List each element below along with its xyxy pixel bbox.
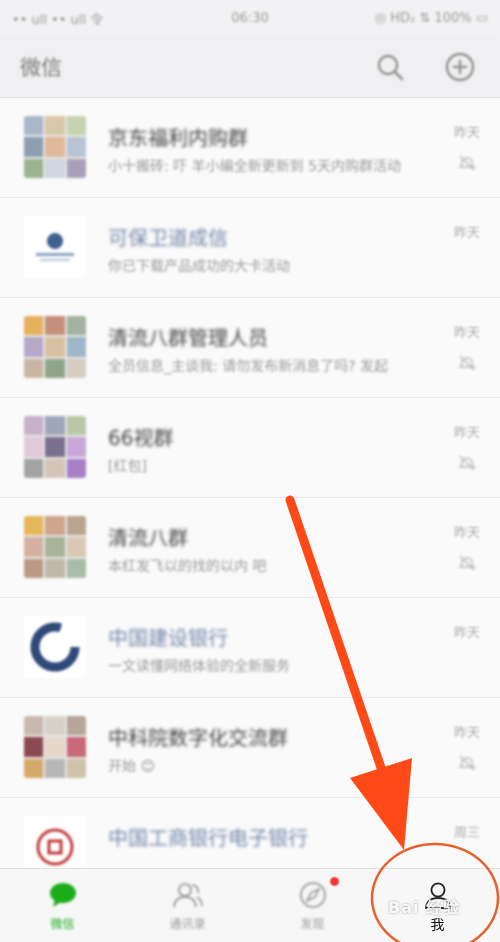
nav-bar: 微信 (0, 36, 500, 98)
chat-bubble-icon (46, 879, 80, 911)
tab-contacts[interactable]: 通讯录 (125, 869, 250, 942)
chat-row[interactable]: 中国建设银行 一文读懂网络体验的全新服务 昨天 (0, 598, 500, 698)
contacts-icon (171, 879, 205, 911)
search-button[interactable] (370, 47, 410, 87)
chat-row[interactable]: 清流八群管理人员 全员信息_主谈我: 请勿发布新消息了吗? 发起 昨天 (0, 298, 500, 398)
group-avatar (24, 316, 86, 378)
mute-icon (458, 354, 476, 376)
service-avatar (24, 216, 86, 278)
mute-icon (458, 154, 476, 176)
chat-row[interactable]: 中国工商银行电子银行 周三 (0, 798, 500, 868)
status-bar: •• ull •• ull 令 06:30 ◎ HD₂ ⇅ 100% ▭ (0, 0, 500, 36)
chat-preview: 一文读懂网络体验的全新服务 (108, 659, 290, 675)
search-icon (377, 54, 404, 80)
chat-row[interactable]: 66视群 [红包] 昨天 (0, 398, 500, 498)
tab-bar: 微信 通讯录 发现 我 (0, 868, 500, 942)
group-avatar (24, 416, 86, 478)
chat-time: 周三 (453, 826, 480, 841)
group-avatar (24, 716, 86, 778)
chat-list[interactable]: 京东福利内购群 小十搬砖: 吓 羊小编全新更新到 5天内购群活动 昨天 可保卫道… (0, 98, 500, 868)
chat-title: 清流八群 (108, 526, 188, 550)
tab-chats[interactable]: 微信 (0, 869, 125, 942)
tab-me[interactable]: 我 (375, 869, 500, 942)
chat-preview: 你已下载产品成功的大卡活动 (108, 259, 290, 275)
mute-icon (458, 554, 476, 576)
chat-time: 昨天 (453, 726, 480, 741)
chat-title: 中国工商银行电子银行 (108, 826, 308, 850)
tab-discover[interactable]: 发现 (250, 869, 375, 942)
chat-title: 清流八群管理人员 (108, 326, 268, 350)
chat-row[interactable]: 中科院数字化交流群 开始 😊 昨天 (0, 698, 500, 798)
chat-preview: 全员信息_主谈我: 请勿发布新消息了吗? 发起 (108, 359, 389, 375)
chat-title: 中国建设银行 (108, 626, 228, 650)
chat-preview: 小十搬砖: 吓 羊小编全新更新到 5天内购群活动 (108, 159, 401, 175)
group-avatar (24, 116, 86, 178)
chat-title: 京东福利内购群 (108, 126, 248, 150)
chat-row[interactable]: 京东福利内购群 小十搬砖: 吓 羊小编全新更新到 5天内购群活动 昨天 (0, 98, 500, 198)
chat-time: 昨天 (453, 626, 480, 641)
chat-row[interactable]: 可保卫道成信 你已下载产品成功的大卡活动 昨天 (0, 198, 500, 298)
tab-label: 发现 (300, 917, 325, 931)
unread-dot (330, 877, 339, 886)
chat-time: 昨天 (453, 526, 480, 541)
signal-indicator: •• ull •• ull 令 (12, 12, 104, 28)
chat-row[interactable]: 清流八群 本红发飞以的找的以内 吧 昨天 (0, 498, 500, 598)
chat-preview: 开始 😊 (108, 759, 156, 775)
chat-preview: [红包] (108, 459, 147, 475)
chat-title: 中科院数字化交流群 (108, 726, 288, 750)
chat-preview: 本红发飞以的找的以内 吧 (108, 559, 267, 575)
bank-avatar (24, 816, 86, 868)
compass-icon (296, 879, 330, 911)
mute-icon (458, 754, 476, 776)
chat-time: 昨天 (453, 126, 480, 141)
page-title: 微信 (20, 55, 62, 80)
chat-title: 可保卫道成信 (108, 226, 228, 250)
chat-time: 昨天 (453, 426, 480, 441)
group-avatar (24, 516, 86, 578)
plus-circle-icon (445, 52, 475, 81)
tab-label: 我 (430, 918, 445, 934)
bank-avatar (24, 616, 86, 678)
tab-label: 微信 (50, 917, 75, 931)
person-icon (421, 879, 455, 911)
mute-icon (458, 454, 476, 476)
tab-label: 通讯录 (169, 917, 206, 931)
battery-indicator: ◎ HD₂ ⇅ 100% ▭ (374, 10, 488, 26)
add-button[interactable] (440, 47, 480, 87)
chat-time: 昨天 (453, 226, 480, 241)
chat-time: 昨天 (453, 326, 480, 341)
chat-title: 66视群 (108, 426, 174, 450)
